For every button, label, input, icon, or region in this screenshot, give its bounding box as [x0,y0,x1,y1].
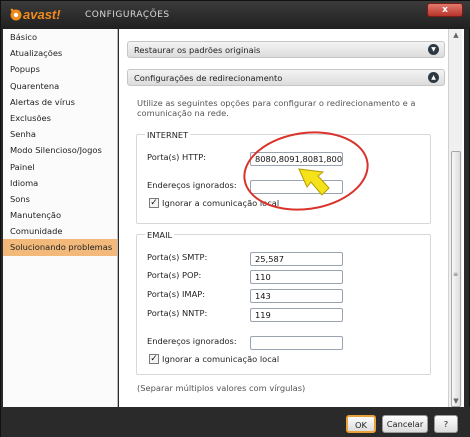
sidebar: Básico Atualizações Popups Quarentena Al… [3,29,118,407]
email-ignore-local-label: Ignorar a comunicação local [162,354,280,364]
redirect-settings-label: Configurações de redirecionamento [134,73,283,83]
dialog-button-bar: OK Cancelar ? [1,407,470,437]
http-ports-label: Porta(s) HTTP: [147,152,206,162]
internet-ignore-local-label: Ignorar a comunicação local [162,198,280,208]
brand-name: avast! [23,7,61,22]
email-ignored-label: Endereços ignorados: [147,336,237,346]
sidebar-item-solucionando-problemas[interactable]: Solucionando problemas [3,239,117,256]
vertical-scrollbar[interactable]: ▲ ≡ ▼ [448,29,462,407]
sidebar-item-painel[interactable]: Painel [3,159,117,175]
sidebar-item-manutencao[interactable]: Manutenção [3,207,117,223]
scroll-down-icon[interactable]: ▼ [449,395,463,407]
separator-hint: (Separar múltiplos valores com vírgulas) [137,383,306,393]
restore-defaults-header[interactable]: Restaurar os padrões originais ▼ [127,41,445,58]
http-ports-input[interactable]: 8080,8091,8081,8008,80 [250,152,343,166]
redirect-description: Utilize as seguintes opções para configu… [137,98,416,118]
scroll-up-icon[interactable]: ▲ [449,29,463,41]
window-title: CONFIGURAÇÕES [85,10,170,20]
pop-ports-input[interactable]: 110 [250,270,343,284]
close-button[interactable]: x [427,3,463,17]
sidebar-item-atualizacoes[interactable]: Atualizações [3,45,117,61]
restore-defaults-label: Restaurar os padrões originais [134,45,261,55]
nntp-ports-label: Porta(s) NNTP: [147,308,208,318]
ok-button[interactable]: OK [346,415,376,433]
close-icon: x [442,5,448,15]
grip-icon: ≡ [453,271,459,278]
pop-ports-label: Porta(s) POP: [147,270,202,280]
smtp-ports-label: Porta(s) SMTP: [147,252,208,262]
sidebar-item-alertas[interactable]: Alertas de vírus [3,94,117,110]
sidebar-item-popups[interactable]: Popups [3,61,117,77]
nntp-ports-input[interactable]: 119 [250,308,343,322]
collapse-icon[interactable]: ▲ [428,72,439,83]
sidebar-item-modo-silencioso[interactable]: Modo Silencioso/Jogos [3,142,117,158]
email-group-title: EMAIL [145,230,175,240]
internet-group-title: INTERNET [145,130,191,140]
email-ignored-input[interactable] [250,336,343,350]
internet-ignored-label: Endereços ignorados: [147,180,237,190]
imap-ports-label: Porta(s) IMAP: [147,289,206,299]
settings-window: avast! CONFIGURAÇÕES x Básico Atualizaçõ… [0,0,470,437]
internet-ignore-local-checkbox[interactable]: ✓ [149,198,159,208]
sidebar-item-senha[interactable]: Senha [3,126,117,142]
smtp-ports-input[interactable]: 25,587 [250,252,343,266]
cancel-button[interactable]: Cancelar [382,415,428,433]
sidebar-item-comunidade[interactable]: Comunidade [3,223,117,239]
sidebar-item-sons[interactable]: Sons [3,191,117,207]
email-ignore-local-checkbox[interactable]: ✓ [149,354,159,364]
sidebar-item-quarentena[interactable]: Quarentena [3,78,117,94]
internet-ignored-input[interactable] [250,180,343,194]
expand-icon[interactable]: ▼ [428,44,439,55]
sidebar-item-basico[interactable]: Básico [3,29,117,45]
scroll-thumb[interactable]: ≡ [451,151,461,407]
redirect-settings-header[interactable]: Configurações de redirecionamento ▲ [127,69,445,86]
sidebar-item-idioma[interactable]: Idioma [3,175,117,191]
title-bar: avast! CONFIGURAÇÕES x [1,1,470,29]
imap-ports-input[interactable]: 143 [250,289,343,303]
internet-group [136,134,431,224]
sidebar-item-exclusoes[interactable]: Exclusões [3,110,117,126]
help-button[interactable]: ? [434,415,458,433]
